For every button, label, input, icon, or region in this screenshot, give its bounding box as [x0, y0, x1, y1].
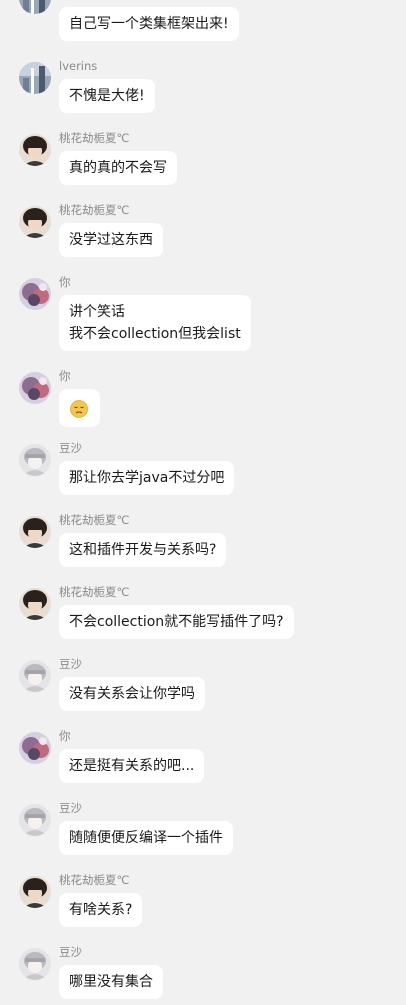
avatar-taohua[interactable]: [19, 588, 51, 620]
sender-name[interactable]: 豆沙: [59, 657, 82, 671]
message-text: 那让你去学java不过分吧: [69, 470, 225, 486]
sender-name[interactable]: 桃花劫栀夏℃: [59, 873, 129, 887]
message-text: 哪里没有集合: [69, 974, 153, 990]
message-bubble[interactable]: 不会collection就不能写插件了吗?: [59, 605, 294, 639]
message-text: 真的真的不会写: [69, 160, 167, 176]
message-bubble[interactable]: 还是挺有关系的吧...: [59, 749, 205, 783]
sender-name[interactable]: 豆沙: [59, 801, 82, 815]
message-bubble[interactable]: [59, 389, 100, 427]
message-text: 还是挺有关系的吧...: [69, 758, 195, 774]
avatar-dousha[interactable]: [19, 948, 51, 980]
message-text: 随随便便反编译一个插件: [69, 830, 223, 846]
message-bubble[interactable]: 没有关系会让你学吗: [59, 677, 205, 711]
sender-name[interactable]: 你: [59, 729, 71, 743]
avatar-taohua[interactable]: [19, 134, 51, 166]
sender-name[interactable]: 桃花劫栀夏℃: [59, 203, 129, 217]
message-bubble[interactable]: 那让你去学java不过分吧: [59, 461, 235, 495]
avatar-taohua[interactable]: [19, 876, 51, 908]
message-text: 不会collection就不能写插件了吗?: [69, 614, 284, 630]
message-bubble[interactable]: 没学过这东西: [59, 223, 163, 257]
message-text: 有啥关系?: [69, 902, 133, 918]
sender-name[interactable]: 桃花劫栀夏℃: [59, 585, 129, 599]
message-bubble[interactable]: 随随便便反编译一个插件: [59, 821, 233, 855]
avatar-you[interactable]: [19, 372, 51, 404]
message-text: 没有关系会让你学吗: [69, 686, 195, 702]
message-text: 不愧是大佬!: [69, 88, 145, 104]
message-text: 讲个笑话: [69, 304, 125, 320]
avatar-lverins[interactable]: [19, 0, 51, 14]
message-bubble[interactable]: 真的真的不会写: [59, 151, 177, 185]
avatar-you[interactable]: [19, 278, 51, 310]
avatar-dousha[interactable]: [19, 444, 51, 476]
sender-name[interactable]: lverins: [59, 59, 97, 73]
message-bubble[interactable]: 自己写一个类集框架出来!: [59, 7, 239, 41]
sad-face-emoji-icon: [70, 400, 88, 418]
avatar-lverins[interactable]: [19, 62, 51, 94]
sender-name[interactable]: 你: [59, 369, 71, 383]
message-text: 这和插件开发与关系吗?: [69, 542, 217, 558]
avatar-you[interactable]: [19, 732, 51, 764]
message-bubble[interactable]: 有啥关系?: [59, 893, 143, 927]
sender-name[interactable]: 你: [59, 275, 71, 289]
message-bubble[interactable]: 不愧是大佬!: [59, 79, 155, 113]
avatar-dousha[interactable]: [19, 804, 51, 836]
message-text: 没学过这东西: [69, 232, 153, 248]
chat-history[interactable]: 自己写一个类集框架出来! lverins 不愧是大佬! 桃花劫栀夏℃ 真的真的不…: [0, 0, 406, 1005]
avatar-taohua[interactable]: [19, 206, 51, 238]
message-text: 自己写一个类集框架出来!: [69, 16, 229, 32]
avatar-taohua[interactable]: [19, 516, 51, 548]
sender-name[interactable]: 桃花劫栀夏℃: [59, 131, 129, 145]
sender-name[interactable]: 豆沙: [59, 945, 82, 959]
message-bubble[interactable]: 讲个笑话 我不会collection但我会list: [59, 295, 251, 351]
message-text: 我不会collection但我会list: [69, 326, 241, 342]
sender-name[interactable]: 豆沙: [59, 441, 82, 455]
message-bubble[interactable]: 哪里没有集合: [59, 965, 163, 999]
message-bubble[interactable]: 这和插件开发与关系吗?: [59, 533, 227, 567]
sender-name[interactable]: 桃花劫栀夏℃: [59, 513, 129, 527]
avatar-dousha[interactable]: [19, 660, 51, 692]
